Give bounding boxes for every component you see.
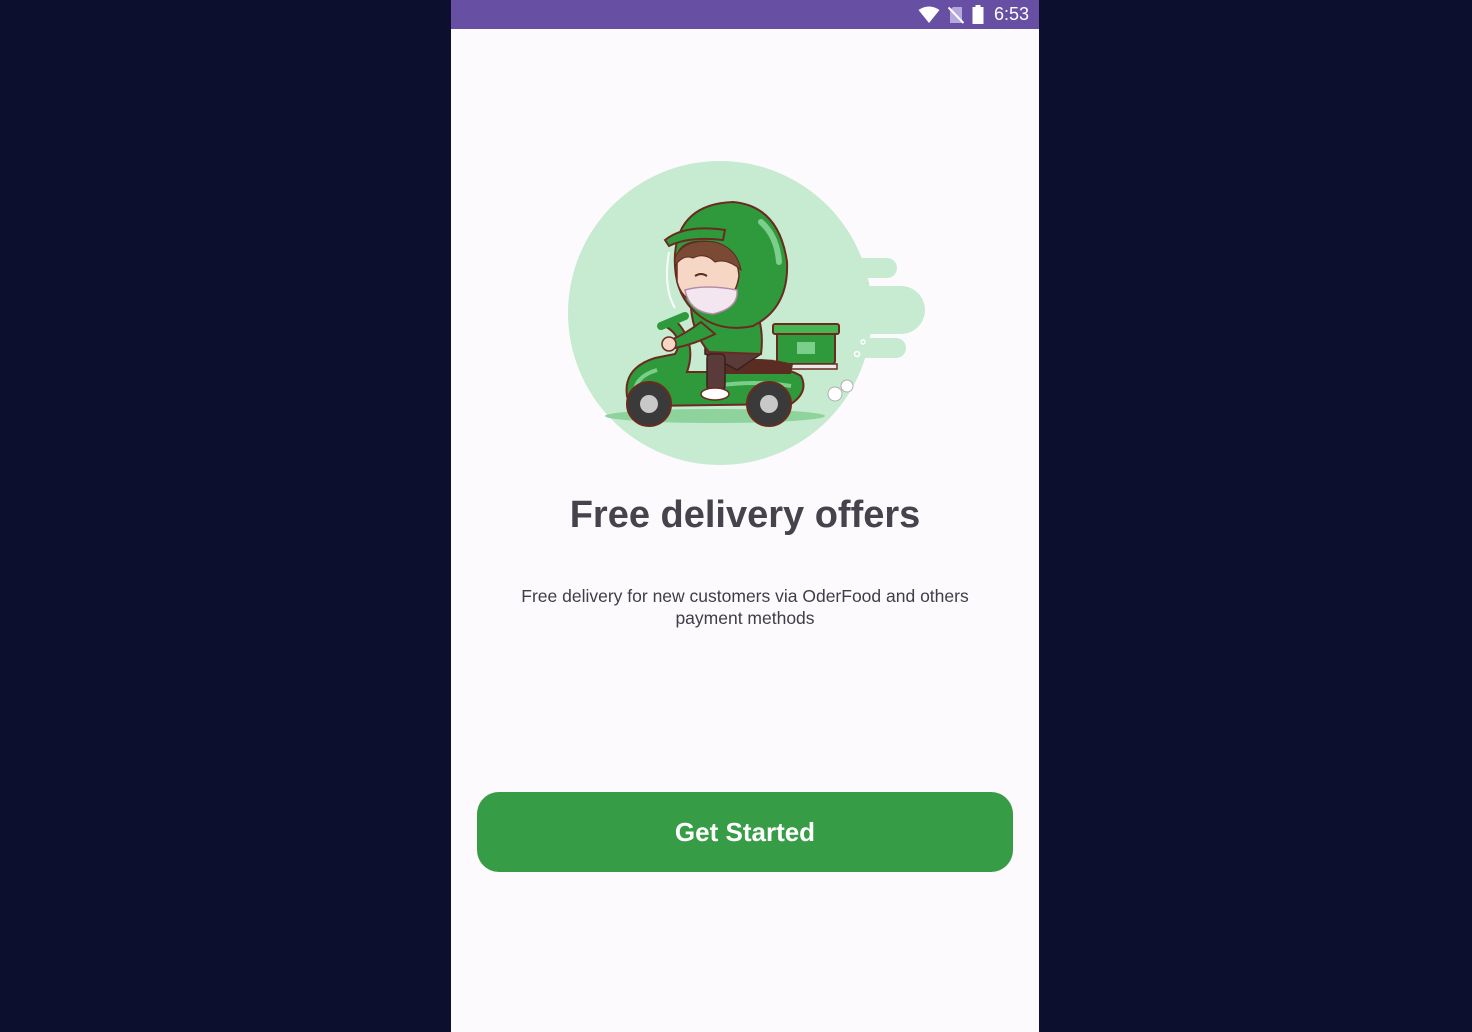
onboarding-title: Free delivery offers (569, 494, 921, 536)
wifi-icon (918, 6, 940, 23)
no-sim-icon (947, 6, 964, 24)
get-started-button[interactable]: Get Started (477, 792, 1013, 872)
delivery-scooter-illustration (568, 161, 925, 465)
onboarding-description: Free delivery for new customers via Oder… (521, 586, 969, 628)
phone-screen: 6:53 Free delivery offers Free delivery … (451, 0, 1039, 1032)
battery-icon (972, 5, 984, 24)
status-icons: 6:53 (918, 0, 1029, 29)
status-time: 6:53 (993, 4, 1029, 24)
status-bar: 6:53 (451, 0, 1039, 29)
